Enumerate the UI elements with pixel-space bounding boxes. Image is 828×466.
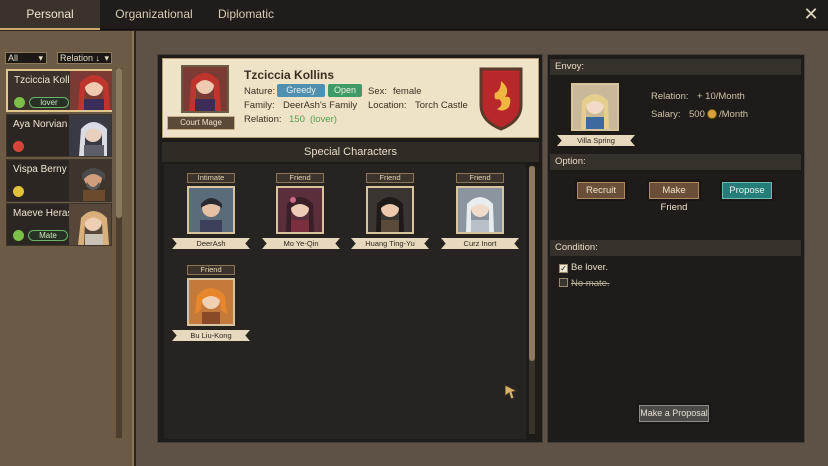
filter-dropdown[interactable]: All ▾ — [5, 52, 47, 64]
condition-text: No mate. — [571, 278, 610, 289]
relation-tag: lover — [29, 97, 69, 108]
avatar — [69, 204, 111, 245]
relation-tag: Intimate — [187, 173, 235, 183]
relation-value: 150 — [289, 114, 305, 125]
happy-face-icon — [14, 97, 25, 108]
location-value: Torch Castle — [415, 100, 468, 111]
character-name-ribbon: DeerAsh — [172, 238, 250, 249]
nature-badge: Open — [328, 84, 362, 97]
envoy-name-ribbon: Villa Spring — [557, 135, 635, 146]
recruit-button[interactable]: Recruit — [575, 180, 627, 201]
nature-badge: Greedy — [277, 84, 325, 97]
relation-tag: Friend — [366, 173, 414, 183]
envoy-relation-label: Relation: — [651, 91, 689, 102]
title-badge: Court Mage — [167, 116, 235, 130]
relation-status: (lover) — [310, 114, 337, 125]
filter-label: All — [8, 53, 19, 63]
cursor-icon — [504, 384, 519, 403]
character-name-ribbon: Bu Liu-Kong — [172, 330, 250, 341]
sort-label: Relation ↓ — [60, 53, 101, 63]
envoy-salary-unit: /Month — [719, 109, 749, 120]
checkbox-unchecked-icon — [559, 278, 568, 287]
make-friend-button[interactable]: Make Friend — [647, 180, 701, 213]
checkbox-checked-icon: ✓ — [559, 264, 568, 273]
envoy-salary-label: Salary: — [651, 109, 681, 120]
list-item-character[interactable]: Maeve Herason Mate — [6, 203, 112, 246]
avatar — [181, 65, 229, 113]
envoy-relation-value: + 10/Month — [697, 91, 745, 102]
special-character-portrait[interactable] — [366, 186, 414, 234]
nature-label: Nature: — [244, 86, 276, 97]
make-proposal-button[interactable]: Make a Proposal — [637, 403, 711, 424]
special-character-portrait[interactable] — [456, 186, 504, 234]
relation-tag: Friend — [276, 173, 324, 183]
location-label: Location: — [368, 100, 407, 111]
family-label: Family: — [244, 100, 275, 111]
sort-dropdown[interactable]: Relation ↓ ▾ — [57, 52, 112, 64]
neutral-face-icon — [13, 186, 24, 197]
chevron-down-icon: ▾ — [104, 53, 109, 63]
angry-face-icon — [13, 141, 24, 152]
envoy-portrait[interactable] — [571, 83, 619, 131]
avatar — [69, 115, 111, 156]
envoy-salary-value: 500 — [689, 109, 705, 120]
tab-organizational[interactable]: Organizational — [104, 0, 204, 30]
relation-tag: Friend — [187, 265, 235, 275]
list-item-character[interactable]: Vispa Berny — [6, 159, 112, 202]
relation-tag: Friend — [456, 173, 504, 183]
grid-scroll-thumb[interactable] — [529, 166, 535, 361]
character-name: Vispa Berny — [13, 164, 67, 175]
sex-value: female — [393, 86, 422, 97]
condition-item: No mate. — [559, 278, 610, 289]
tab-personal[interactable]: Personal — [0, 0, 100, 30]
list-item-character[interactable]: Aya Norvian — [6, 114, 112, 157]
condition-header: Condition: — [550, 240, 801, 256]
character-name-ribbon: Mo Ye-Qin — [262, 238, 340, 249]
chevron-down-icon: ▾ — [38, 53, 43, 63]
avatar — [70, 71, 112, 110]
family-crest-icon — [477, 65, 525, 134]
happy-face-icon — [13, 230, 24, 241]
special-character-portrait[interactable] — [276, 186, 324, 234]
option-header: Option: — [550, 154, 801, 170]
coin-icon — [707, 109, 717, 119]
character-name-ribbon: Curz Inort — [441, 238, 519, 249]
special-characters-title: Special Characters — [162, 142, 539, 162]
relation-label: Relation: — [244, 114, 282, 125]
sex-label: Sex: — [368, 86, 388, 97]
character-name-title: Tzciccia Kollins — [244, 68, 335, 82]
relation-tag: Mate — [28, 230, 68, 241]
top-tab-bar: Personal Organizational Diplomatic ✕ — [0, 0, 828, 30]
envoy-header: Envoy: — [550, 59, 801, 75]
tab-diplomatic[interactable]: Diplomatic — [204, 0, 288, 30]
character-name: Aya Norvian — [13, 119, 68, 130]
character-name-ribbon: Huang Ting-Yu — [351, 238, 429, 249]
special-character-portrait[interactable] — [187, 278, 235, 326]
avatar — [69, 160, 111, 201]
condition-item: ✓ Be lover. — [559, 262, 608, 273]
special-character-portrait[interactable] — [187, 186, 235, 234]
list-scroll-thumb[interactable] — [116, 68, 122, 218]
list-item-character[interactable]: Tzciccia Kollins lover — [6, 69, 112, 112]
family-value: DeerAsh's Family — [283, 100, 358, 111]
propose-button[interactable]: Propose — [720, 180, 774, 201]
condition-text: Be lover. — [571, 262, 608, 273]
close-icon[interactable]: ✕ — [802, 5, 820, 23]
